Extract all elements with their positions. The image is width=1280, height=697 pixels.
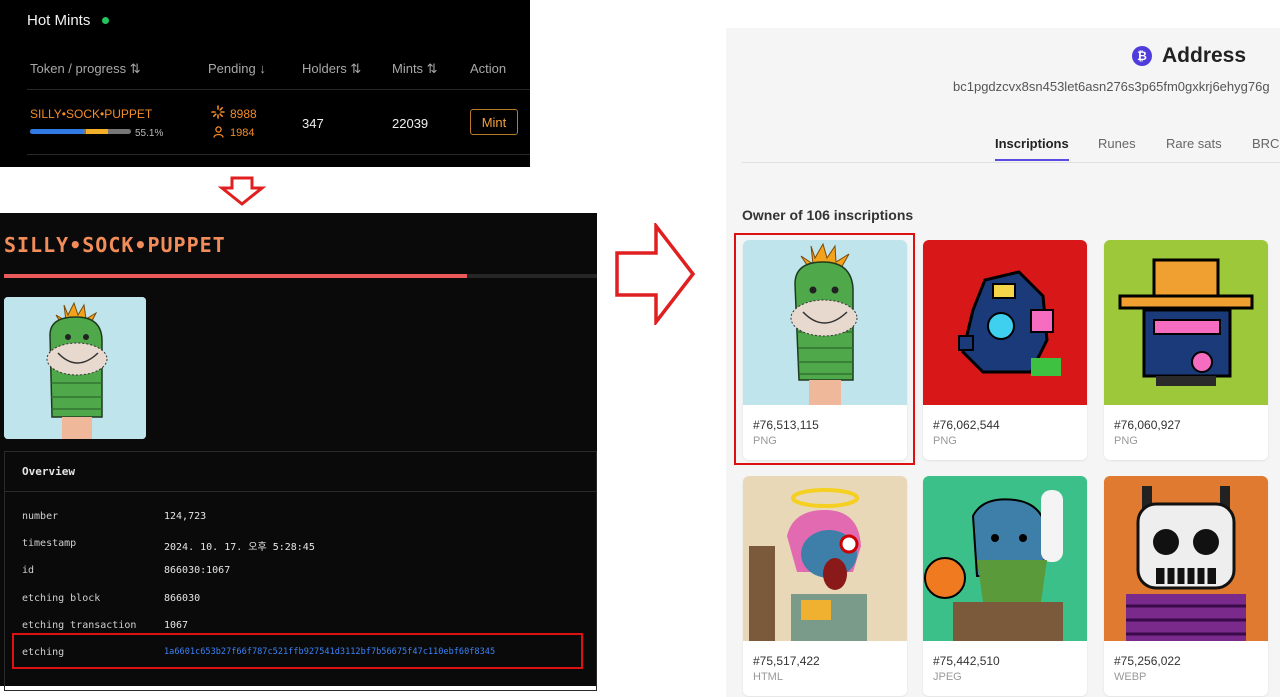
inscription-type: PNG bbox=[1114, 435, 1138, 447]
inscription-number: #75,256,022 bbox=[1114, 654, 1181, 668]
divider bbox=[27, 154, 530, 155]
inscription-count: Owner of 106 inscriptions bbox=[742, 207, 914, 223]
inscription-type: PNG bbox=[933, 435, 957, 447]
rune-progress-fill bbox=[4, 274, 467, 278]
inscription-image bbox=[1104, 476, 1268, 641]
field-label: number bbox=[22, 511, 59, 522]
header-mints[interactable]: Mints ⇅ bbox=[392, 61, 438, 77]
tab-brc[interactable]: BRC- bbox=[1252, 136, 1280, 151]
inscription-card[interactable]: #75,256,022 WEBP bbox=[1104, 476, 1268, 696]
inscription-type: JPEG bbox=[933, 671, 962, 683]
field-value: 124,723 bbox=[164, 511, 207, 522]
mint-progress-bar bbox=[30, 129, 131, 134]
inscription-image bbox=[1104, 240, 1268, 405]
spinner-icon bbox=[211, 105, 225, 119]
address-panel: ₿ Address bc1pgdzcvx8sn453let6asn276s3p6… bbox=[726, 28, 1280, 697]
header-holders[interactable]: Holders ⇅ bbox=[302, 61, 361, 77]
tab-inscriptions[interactable]: Inscriptions bbox=[995, 136, 1069, 151]
field-value: 1067 bbox=[164, 620, 189, 631]
down-arrow-icon bbox=[218, 176, 266, 206]
field-label: etching bbox=[22, 647, 65, 658]
inscription-number: #76,060,927 bbox=[1114, 418, 1181, 432]
inscription-type: HTML bbox=[753, 671, 783, 683]
inscription-number: #75,517,422 bbox=[753, 654, 820, 668]
active-tab-indicator bbox=[995, 159, 1069, 161]
inscription-number: #76,062,544 bbox=[933, 418, 1000, 432]
pending-users-count: 1984 bbox=[230, 127, 255, 139]
rune-progress-bar bbox=[4, 274, 597, 278]
rune-name: SILLY•SOCK•PUPPET bbox=[4, 233, 226, 257]
field-label: timestamp bbox=[22, 538, 77, 549]
user-icon bbox=[213, 126, 224, 138]
address-hash: bc1pgdzcvx8sn453let6asn276s3p65fm0gxkrj6… bbox=[953, 79, 1270, 94]
inscription-card[interactable]: #75,517,422 HTML bbox=[743, 476, 907, 696]
header-pending[interactable]: Pending ↓ bbox=[208, 61, 266, 76]
bitcoin-icon: ₿ bbox=[1132, 46, 1152, 66]
right-arrow-icon bbox=[614, 223, 696, 325]
rune-artwork-image bbox=[4, 297, 146, 439]
field-value: 2024. 10. 17. 오후 5:28:45 bbox=[164, 542, 315, 553]
overview-title: Overview bbox=[22, 465, 75, 478]
field-label: id bbox=[22, 565, 35, 576]
tab-runes[interactable]: Runes bbox=[1098, 136, 1136, 151]
mints-count: 22039 bbox=[392, 116, 429, 131]
mint-button[interactable]: Mint bbox=[470, 109, 518, 135]
divider bbox=[742, 162, 1280, 163]
inscription-image bbox=[923, 240, 1087, 405]
field-value: 866030 bbox=[164, 593, 201, 604]
divider bbox=[27, 89, 530, 90]
hot-mints-panel: Hot Mints Token / progress ⇅ Pending ↓ H… bbox=[0, 0, 530, 167]
header-action: Action bbox=[470, 61, 507, 76]
inscription-image bbox=[923, 476, 1087, 641]
hot-mints-title: Hot Mints bbox=[27, 12, 91, 29]
header-token-progress[interactable]: Token / progress ⇅ bbox=[30, 61, 141, 77]
tab-rare-sats[interactable]: Rare sats bbox=[1166, 136, 1222, 151]
selected-card-highlight bbox=[734, 233, 915, 465]
inscription-card[interactable]: #75,442,510 JPEG bbox=[923, 476, 1087, 696]
progress-percent: 55.1% bbox=[135, 128, 164, 139]
rune-detail-panel: SILLY•SOCK•PUPPET Overview number 124,72… bbox=[0, 213, 597, 691]
field-label: etching block bbox=[22, 593, 101, 604]
field-label: etching transaction bbox=[22, 620, 137, 631]
divider bbox=[5, 491, 597, 492]
token-name-link[interactable]: SILLY•SOCK•PUPPET bbox=[30, 107, 152, 121]
inscription-card[interactable]: #76,060,927 PNG bbox=[1104, 240, 1268, 460]
holders-count: 347 bbox=[302, 116, 324, 131]
page-title: Address bbox=[1162, 44, 1247, 67]
pending-count: 8988 bbox=[230, 107, 257, 121]
inscription-type: WEBP bbox=[1114, 671, 1147, 683]
field-value: 866030:1067 bbox=[164, 565, 231, 576]
inscription-number: #75,442,510 bbox=[933, 654, 1000, 668]
inscription-card[interactable]: #76,062,544 PNG bbox=[923, 240, 1087, 460]
etching-tx-link[interactable]: 1a6601c653b27f66f787c521ffb927541d3112bf… bbox=[164, 647, 495, 657]
inscription-image bbox=[743, 476, 907, 641]
live-status-dot bbox=[102, 17, 109, 24]
